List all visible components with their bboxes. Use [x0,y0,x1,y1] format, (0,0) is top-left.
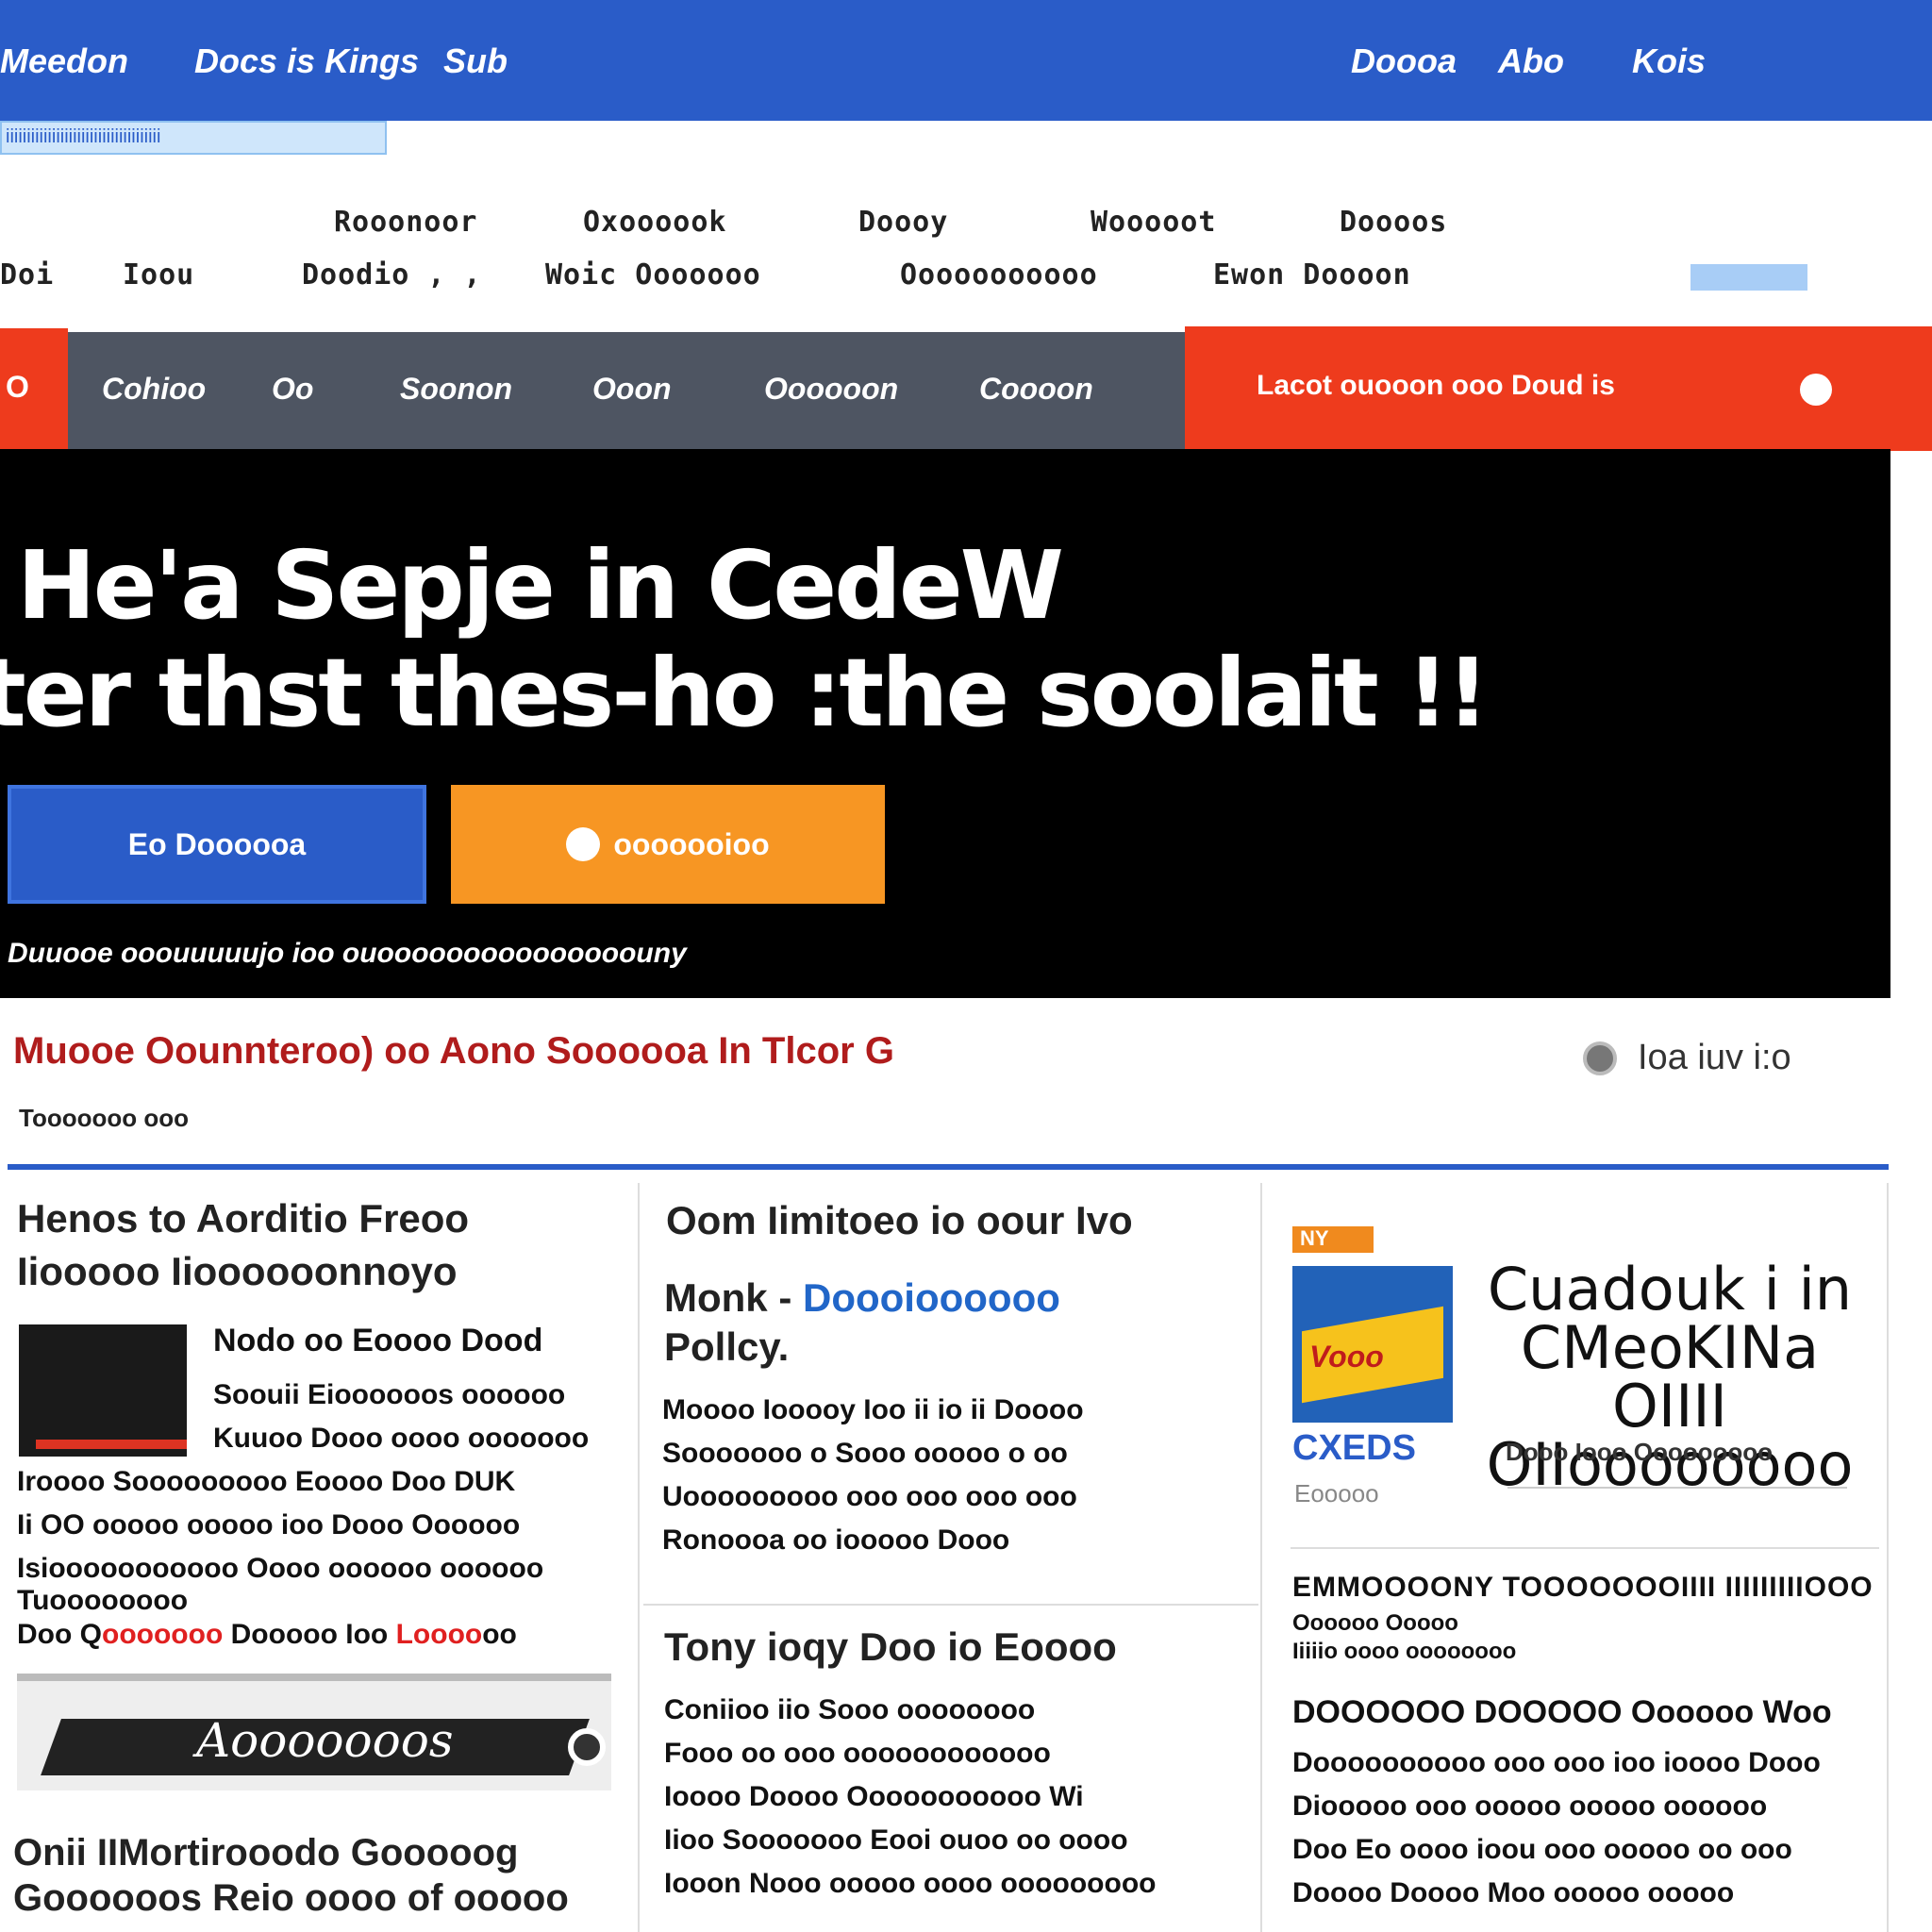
col2-sub-link[interactable]: Doooioooooo [803,1275,1060,1320]
magazine-cover-text: Vooo [1309,1340,1384,1374]
section-divider [8,1164,1889,1170]
col2-sub-a: Monk - [664,1275,792,1320]
submenu-item[interactable]: Doooy [858,206,948,239]
col1-last-red-link[interactable]: ooooooo [102,1619,223,1650]
hero-primary-label: Eo Doooooa [127,826,307,861]
col3-feature-sub: Dooo Iooo Ooooooooo [1506,1438,1774,1466]
col2-line: Iooon Nooo ooooo oooo ooooooooo [664,1868,1157,1899]
hero-title-line1: He'a Sepje in CedeW [17,530,1064,641]
nav-item[interactable]: Cohioo [102,372,206,407]
submenu-item[interactable]: Wooooot [1091,206,1216,239]
magazine-brand: CXEDS [1292,1428,1416,1468]
col1-line: Ii OO ooooo ooooo ioo Dooo Oooooo [17,1509,521,1541]
column-divider [1260,1183,1262,1932]
nav-home-label: O [6,370,29,404]
col2-headline-link[interactable]: Oom Iimitoeo io oour Ivo [666,1194,1133,1247]
top-bar: Meedon Docs is Kings Sub Doooa Abo Kois [0,0,1932,121]
nav-cta-label: Lacot ouooon ooo Doud is [1257,370,1615,401]
col2-line: Ioooo Doooo Ooooooooooo Wi [664,1781,1084,1812]
main-nav: Cohioo Oo Soonon Ooon Oooooon Coooon [68,332,1185,449]
submenu-item[interactable]: Doooos [1340,206,1447,239]
col3-line: Diooooo ooo ooooo ooooo oooooo [1292,1790,1768,1822]
submenu-item[interactable]: Doi [0,258,54,291]
col3-line: Doooo Doooo Moo ooooo ooooo [1292,1877,1735,1908]
col1-bottom-headline-link[interactable]: Onii IIMortirooodo Gooooog Goooooos Reio… [13,1830,626,1921]
hero-primary-button[interactable]: Eo Doooooa [8,785,426,904]
nav-item[interactable]: Soonon [400,372,512,407]
col3-section-title: EMMOOOONY TOOOOOOOIIII IIIIIIIIIOOO [1292,1572,1874,1603]
col2-divider [643,1604,1258,1606]
top-right-link-1[interactable]: Doooa [1351,42,1457,81]
story-thumbnail[interactable] [19,1324,187,1457]
timestamp: Ioa iuv i:o [1638,1038,1791,1077]
col2-line: Fooo oo ooo oooooooooooo [664,1738,1051,1769]
hero-title-line2: ter thst thes-ho :the soolait !! [0,638,1490,748]
submenu-item[interactable]: Rooonoor [334,206,478,239]
hero-secondary-button[interactable]: ooooooioo [451,785,885,904]
submenu-item[interactable]: Doodio , , [302,258,482,291]
col2-line: Uooooooooo ooo ooo ooo ooo [662,1481,1077,1512]
col1-headline-link[interactable]: Henos to Aorditio Freoo Iiooooo Iioooooo… [17,1192,621,1298]
col3-line: Doo Eo oooo ioou ooo ooooo oo ooo [1292,1834,1792,1865]
byline: Tooooooo ooo [19,1104,189,1132]
col1-line: Soouii Eioooooos oooooo [213,1379,566,1410]
magazine-caption: Eooooo [1294,1479,1379,1507]
category-tag-label: NY [1300,1226,1329,1250]
hero-secondary-label: ooooooioo [613,826,770,861]
nav-cta-dot-icon [1800,374,1832,406]
nav-item[interactable]: Ooon [592,372,672,407]
submenu-item[interactable]: Oxoooook [583,206,727,239]
nav-cta-banner[interactable]: Lacot ouooon ooo Doud is [1185,326,1932,451]
camera-icon [568,1728,606,1766]
breaking-headline-link[interactable]: Muooe Oounnteroo) oo Aono Soooooa In Tlc… [13,1030,894,1073]
promo-banner-word: Aooooooos [196,1713,454,1768]
promo-banner-image[interactable]: Aooooooos [17,1674,611,1790]
top-link-primary[interactable]: Docs is Kings [194,42,419,81]
col1-last-a: Doo Q [17,1619,102,1650]
col3-headline-link[interactable]: DOOOOOO DOOOOO Oooooo Woo [1292,1690,1832,1734]
col1-line: Iroooo Sooooooooo Eoooo Doo DUK [17,1466,516,1497]
site-brand-link[interactable]: Meedon [0,42,128,81]
col3-rule [1507,1487,1847,1489]
col1-story-title[interactable]: Nodo oo Eoooo Dood [213,1319,542,1362]
play-icon [566,827,601,861]
col3-section-sub: Iiiiio oooo oooooooo [1292,1639,1517,1664]
hero-note: Duuooe ooouuuuujo ioo ouooooooooooooooou… [8,938,687,969]
magazine-cover-image[interactable]: Vooo [1292,1266,1453,1423]
submenu-item[interactable]: Ewon Doooon [1213,258,1411,291]
top-right-link-3[interactable]: Kois [1632,42,1706,81]
category-tag: NY [1292,1226,1374,1253]
column-divider [638,1183,640,1932]
top-link-secondary[interactable]: Sub [443,42,508,81]
submenu-item[interactable]: Woic Ooooooo [545,258,761,291]
col3-line: Doooooooooo ooo ooo ioo ioooo Dooo [1292,1747,1821,1778]
col2-line: Moooo Iooooy Ioo ii io ii Doooo [662,1394,1084,1425]
col1-line: Kuuoo Dooo oooo ooooooo [213,1423,590,1454]
col2-line: Sooooooo o Sooo ooooo o oo [662,1438,1068,1469]
nav-item[interactable]: Oo [272,372,313,407]
submenu-item[interactable]: Ooooooooooo [900,258,1098,291]
col2-subhead: Monk - Doooioooooo [664,1272,1060,1324]
col1-last-line: Doo Qooooooo Dooooo Ioo Loooooo [17,1613,517,1657]
nav-item[interactable]: Coooon [979,372,1093,407]
nav-home-tab[interactable]: O [0,328,68,449]
col1-last-red2-link[interactable]: Loooo [396,1619,483,1650]
col2-line: Ronoooa oo iooooo Dooo [662,1524,1010,1556]
submenu-item[interactable]: Ioou [123,258,194,291]
nav-item[interactable]: Oooooon [764,372,898,407]
col2-headline2-link[interactable]: Tony ioqy Doo io Eoooo [664,1621,1117,1674]
search-chip[interactable] [1690,264,1807,291]
col2-line: Coniioo iio Sooo oooooooo [664,1694,1036,1725]
clock-icon [1583,1041,1617,1075]
col1-last-b: Dooooo Ioo [230,1619,389,1650]
col1-last-c: oo [482,1619,517,1650]
column-divider [1887,1183,1889,1932]
col2-line: Iioo Sooooooo Eooi ouoo oo oooo [664,1824,1128,1856]
col2-sub-b: Pollcy. [664,1324,790,1369]
top-right-link-2[interactable]: Abo [1498,42,1564,81]
notice-strip[interactable]: iiiiiiiiiiiiiiiiiiiiiiiiiiiiiiiiiiiii [0,121,387,155]
col3-section-sub: Oooooo Ooooo [1292,1610,1458,1636]
col3-divider [1291,1547,1879,1549]
